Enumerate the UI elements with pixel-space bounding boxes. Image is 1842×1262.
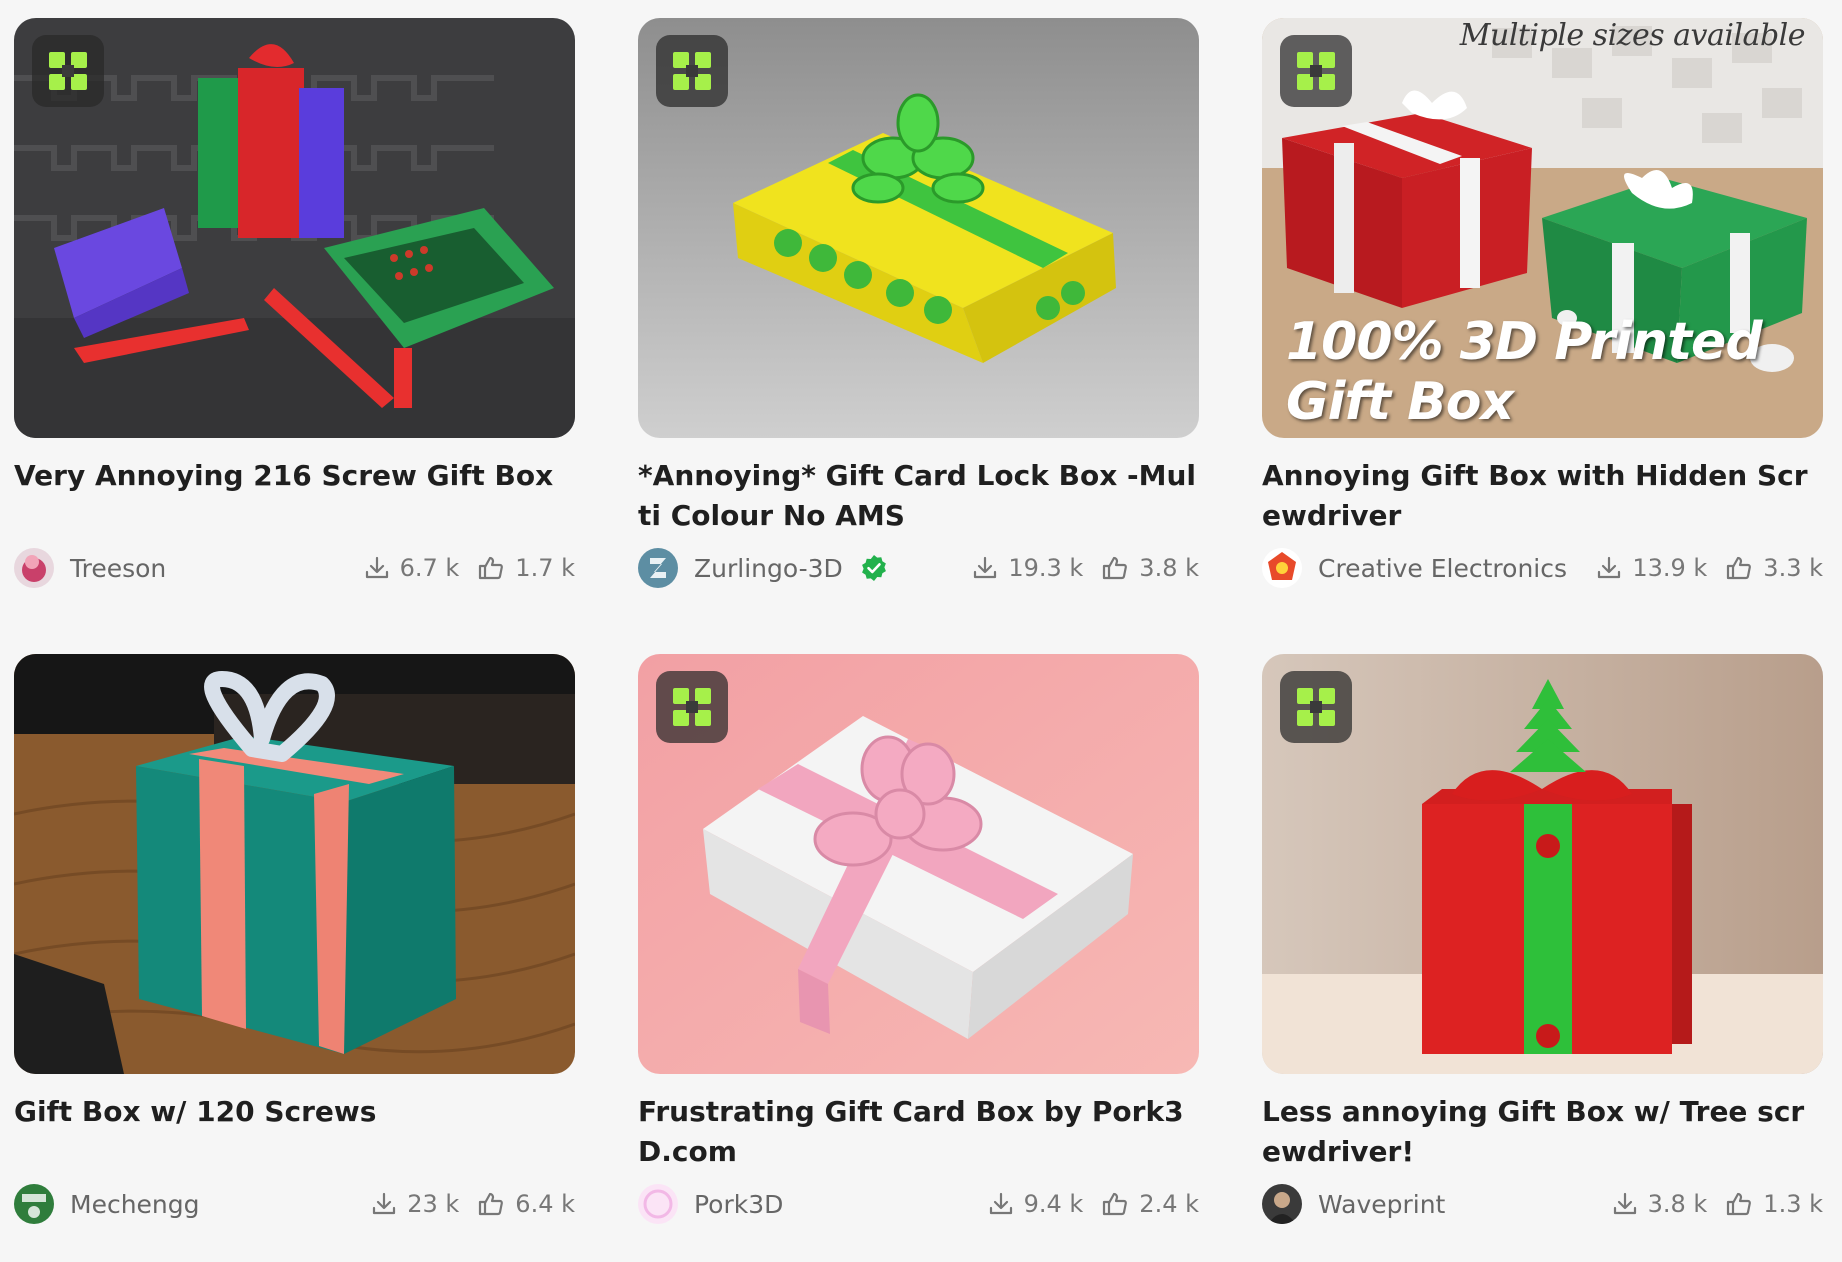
model-meta: Creative Electronics 13.9 k 3.3 k	[1262, 546, 1823, 590]
avatar	[1262, 1184, 1302, 1224]
model-title[interactable]: *Annoying* Gift Card Lock Box -Multi Col…	[638, 456, 1199, 536]
avatar	[14, 548, 54, 588]
author-name: Waveprint	[1318, 1189, 1446, 1219]
model-meta: Waveprint 3.8 k 1.3 k	[1262, 1182, 1823, 1226]
maker-cube-icon	[1280, 671, 1352, 743]
likes-stat[interactable]: 3.8 k	[1101, 554, 1199, 582]
author-link[interactable]: Mechengg	[14, 1184, 353, 1224]
avatar	[638, 1184, 678, 1224]
model-meta: Treeson 6.7 k 1.7 k	[14, 546, 575, 590]
model-meta: Zurlingo-3D 19.3 k 3.8 k	[638, 546, 1199, 590]
likes-stat[interactable]: 2.4 k	[1101, 1190, 1199, 1218]
downloads-stat: 13.9 k	[1596, 554, 1707, 582]
downloads-stat: 9.4 k	[988, 1190, 1083, 1218]
model-thumbnail[interactable]: Multiple sizes available 100% 3D Printed…	[1262, 18, 1823, 438]
author-name: Zurlingo-3D	[694, 553, 843, 583]
model-card[interactable]: Gift Box w/ 120 Screws Mechengg 23 k 6.4…	[14, 654, 575, 1226]
model-thumbnail[interactable]	[14, 18, 575, 438]
downloads-stat: 19.3 k	[972, 554, 1083, 582]
likes-stat[interactable]: 3.3 k	[1725, 554, 1823, 582]
model-thumbnail[interactable]	[1262, 654, 1823, 1074]
download-icon	[365, 556, 388, 579]
thumbs-up-icon	[1727, 556, 1752, 580]
author-link[interactable]: Treeson	[14, 548, 346, 588]
model-grid: Very Annoying 216 Screw Gift Box Treeson…	[0, 0, 1842, 1262]
model-meta: Mechengg 23 k 6.4 k	[14, 1182, 575, 1226]
thumbs-up-icon	[1103, 556, 1128, 580]
download-icon	[989, 1192, 1012, 1215]
model-title[interactable]: Very Annoying 216 Screw Gift Box	[14, 456, 575, 536]
model-card[interactable]: *Annoying* Gift Card Lock Box -Multi Col…	[638, 18, 1199, 590]
model-title[interactable]: Annoying Gift Box with Hidden Screwdrive…	[1262, 456, 1823, 536]
author-link[interactable]: Creative Electronics	[1262, 548, 1578, 588]
image-caption: Multiple sizes available	[1459, 18, 1806, 53]
download-icon	[1598, 556, 1621, 579]
model-title[interactable]: Less annoying Gift Box w/ Tree screwdriv…	[1262, 1092, 1823, 1172]
author-link[interactable]: Zurlingo-3D	[638, 548, 954, 588]
thumbs-up-icon	[1103, 1192, 1128, 1216]
maker-cube-icon	[1280, 35, 1352, 107]
model-title[interactable]: Gift Box w/ 120 Screws	[14, 1092, 575, 1172]
downloads-stat: 3.8 k	[1612, 1190, 1707, 1218]
model-thumbnail[interactable]	[638, 654, 1199, 1074]
likes-stat[interactable]: 6.4 k	[477, 1190, 575, 1218]
thumbs-up-icon	[479, 556, 504, 580]
model-card[interactable]: Frustrating Gift Card Box by Pork3D.com …	[638, 654, 1199, 1226]
likes-stat[interactable]: 1.3 k	[1725, 1190, 1823, 1218]
thumbs-up-icon	[1727, 1192, 1752, 1216]
model-meta: Pork3D 9.4 k 2.4 k	[638, 1182, 1199, 1226]
model-card[interactable]: Very Annoying 216 Screw Gift Box Treeson…	[14, 18, 575, 590]
download-icon	[373, 1192, 396, 1215]
author-link[interactable]: Pork3D	[638, 1184, 970, 1224]
image-banner: 100% 3D Printed Gift Box	[1286, 312, 1763, 432]
download-icon	[1613, 1192, 1636, 1215]
model-thumbnail[interactable]	[638, 18, 1199, 438]
likes-stat[interactable]: 1.7 k	[477, 554, 575, 582]
download-icon	[974, 556, 997, 579]
author-name: Mechengg	[70, 1189, 200, 1219]
thumbs-up-icon	[479, 1192, 504, 1216]
author-name: Creative Electronics	[1318, 553, 1568, 583]
avatar	[14, 1184, 54, 1224]
model-title[interactable]: Frustrating Gift Card Box by Pork3D.com	[638, 1092, 1199, 1172]
model-card[interactable]: Multiple sizes available 100% 3D Printed…	[1262, 18, 1823, 590]
downloads-stat: 23 k	[371, 1190, 459, 1218]
author-name: Pork3D	[694, 1189, 784, 1219]
verified-check-icon	[861, 555, 886, 581]
model-card[interactable]: Less annoying Gift Box w/ Tree screwdriv…	[1262, 654, 1823, 1226]
gift-box-image	[14, 654, 575, 1074]
avatar	[638, 548, 678, 588]
downloads-stat: 6.7 k	[364, 554, 459, 582]
maker-cube-icon	[32, 35, 104, 107]
maker-cube-icon	[656, 35, 728, 107]
avatar	[1262, 548, 1302, 588]
model-thumbnail[interactable]	[14, 654, 575, 1074]
author-link[interactable]: Waveprint	[1262, 1184, 1594, 1224]
author-name: Treeson	[70, 553, 167, 583]
maker-cube-icon	[656, 671, 728, 743]
